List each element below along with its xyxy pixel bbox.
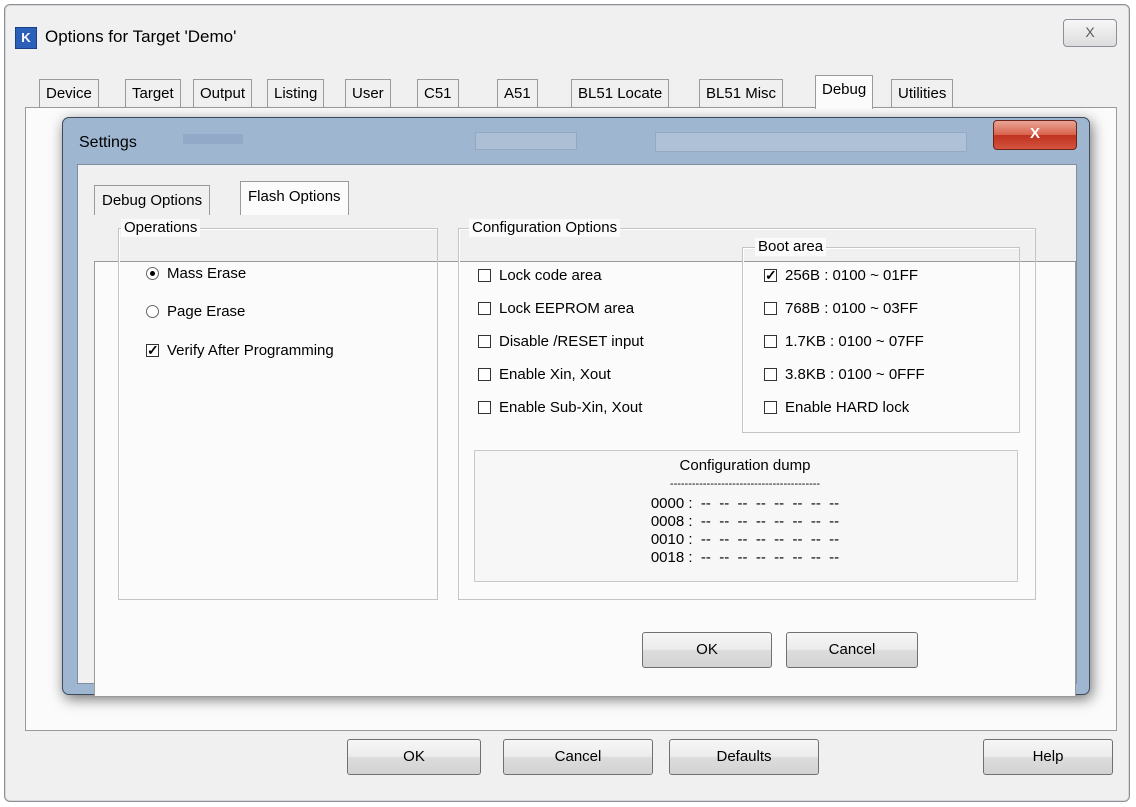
checkbox-label: Lock EEPROM area xyxy=(499,300,635,317)
checkbox-label: 1.7KB : 0100 ~ 07FF xyxy=(785,333,924,350)
checkbox-icon[interactable] xyxy=(146,340,159,360)
tab-bl51-misc[interactable]: BL51 Misc xyxy=(699,79,784,107)
boot-area-legend: Boot area xyxy=(755,238,827,256)
checkbox-label: Enable Sub-Xin, Xout xyxy=(499,399,643,416)
verify-label: Verify After Programming xyxy=(167,342,334,359)
checkbox-icon[interactable] xyxy=(764,401,777,414)
lock-eeprom-area-checkbox[interactable]: Lock EEPROM area xyxy=(478,299,634,319)
mass-erase-label: Mass Erase xyxy=(167,265,247,282)
checkbox-icon[interactable] xyxy=(764,368,777,381)
tab-device[interactable]: Device xyxy=(39,79,99,107)
tab-output[interactable]: Output xyxy=(193,79,253,107)
tab-bl51-locate[interactable]: BL51 Locate xyxy=(571,79,670,107)
checkbox-icon[interactable] xyxy=(478,335,491,348)
boot-768b-checkbox[interactable]: 768B : 0100 ~ 03FF xyxy=(764,299,918,319)
boot-1-7kb-checkbox[interactable]: 1.7KB : 0100 ~ 07FF xyxy=(764,332,924,352)
background-ghost xyxy=(475,132,577,150)
checkbox-label: Disable /RESET input xyxy=(499,333,644,350)
enable-sub-xin-xout-checkbox[interactable]: Enable Sub-Xin, Xout xyxy=(478,398,642,418)
checkbox-icon[interactable] xyxy=(478,269,491,282)
tab-target[interactable]: Target xyxy=(125,79,181,107)
radio-icon[interactable] xyxy=(146,305,159,318)
tab-listing[interactable]: Listing xyxy=(267,79,325,107)
checkbox-icon[interactable] xyxy=(478,302,491,315)
mass-erase-radio[interactable]: Mass Erase xyxy=(146,264,246,284)
checkbox-icon[interactable] xyxy=(764,265,777,285)
tab-debug[interactable]: Debug xyxy=(815,75,874,109)
checkbox-label: 3.8KB : 0100 ~ 0FFF xyxy=(785,366,925,383)
enable-hard-lock-checkbox[interactable]: Enable HARD lock xyxy=(764,398,909,418)
disable-reset-input-checkbox[interactable]: Disable /RESET input xyxy=(478,332,644,352)
help-button[interactable]: Help xyxy=(983,739,1113,775)
defaults-button[interactable]: Defaults xyxy=(669,739,819,775)
verify-checkbox[interactable]: Verify After Programming xyxy=(146,340,334,361)
radio-icon[interactable] xyxy=(146,267,159,280)
cancel-button[interactable]: Cancel xyxy=(503,739,653,775)
checkbox-icon[interactable] xyxy=(764,302,777,315)
dump-title: Configuration dump xyxy=(679,457,811,474)
checkbox-label: Enable HARD lock xyxy=(785,399,910,416)
checkbox-label: 768B : 0100 ~ 03FF xyxy=(785,300,919,317)
checkbox-label: Enable Xin, Xout xyxy=(499,366,611,383)
checkbox-icon[interactable] xyxy=(478,401,491,414)
page-erase-radio[interactable]: Page Erase xyxy=(146,302,245,322)
tab-flash-options[interactable]: Flash Options xyxy=(240,181,349,215)
page-erase-label: Page Erase xyxy=(167,303,246,320)
tab-user[interactable]: User xyxy=(345,79,391,107)
dump-line: 0018 : -- -- -- -- -- -- -- -- xyxy=(650,549,840,566)
boot-256b-checkbox[interactable]: 256B : 0100 ~ 01FF xyxy=(764,265,919,286)
dump-separator: ----------------------------------------… xyxy=(669,478,821,490)
background-ghost xyxy=(183,134,243,144)
enable-xin-xout-checkbox[interactable]: Enable Xin, Xout xyxy=(478,365,611,385)
settings-ok-button[interactable]: OK xyxy=(642,632,772,668)
tab-utilities[interactable]: Utilities xyxy=(891,79,954,107)
tab-a51[interactable]: A51 xyxy=(497,79,538,107)
configuration-legend: Configuration Options xyxy=(469,219,621,237)
title-bar[interactable]: K Options for Target 'Demo' X xyxy=(5,5,1129,65)
settings-close-button[interactable]: X xyxy=(993,120,1077,150)
boot-3-8kb-checkbox[interactable]: 3.8KB : 0100 ~ 0FFF xyxy=(764,365,925,385)
settings-cancel-button[interactable]: Cancel xyxy=(786,632,918,668)
configuration-dump-panel: Configuration dump ---------------------… xyxy=(474,450,1018,582)
dump-line: 0000 : -- -- -- -- -- -- -- -- xyxy=(650,495,840,512)
window-title: Options for Target 'Demo' xyxy=(45,27,237,46)
dump-line: 0008 : -- -- -- -- -- -- -- -- xyxy=(650,513,840,530)
tab-c51[interactable]: C51 xyxy=(417,79,459,107)
lock-code-area-checkbox[interactable]: Lock code area xyxy=(478,266,602,286)
checkbox-label: 256B : 0100 ~ 01FF xyxy=(785,267,919,284)
background-ghost xyxy=(655,132,967,152)
checkbox-label: Lock code area xyxy=(499,267,602,284)
checkbox-icon[interactable] xyxy=(764,335,777,348)
settings-title: Settings xyxy=(79,134,137,151)
settings-title-bar[interactable]: Settings X xyxy=(63,118,1089,164)
dump-line: 0010 : -- -- -- -- -- -- -- -- xyxy=(650,531,840,548)
keil-app-icon: K xyxy=(15,27,37,49)
ok-button[interactable]: OK xyxy=(347,739,481,775)
tab-debug-options[interactable]: Debug Options xyxy=(94,185,211,215)
close-button[interactable]: X xyxy=(1063,19,1117,47)
checkbox-icon[interactable] xyxy=(478,368,491,381)
operations-legend: Operations xyxy=(121,219,201,237)
